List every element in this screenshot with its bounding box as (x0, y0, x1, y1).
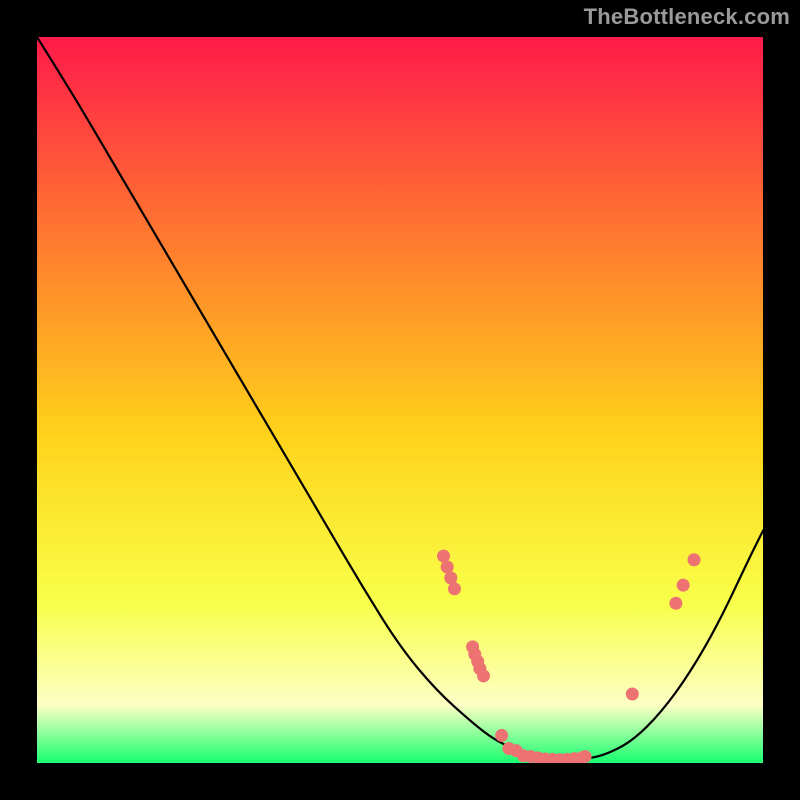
data-dot (669, 597, 682, 610)
attribution-label: TheBottleneck.com (584, 4, 790, 30)
chart-svg (37, 37, 763, 763)
plot-area (37, 37, 763, 763)
data-dot (626, 688, 639, 701)
data-dot (677, 579, 690, 592)
chart-frame: TheBottleneck.com (0, 0, 800, 800)
data-dot (495, 729, 508, 742)
data-dot (477, 669, 490, 682)
data-dot (688, 553, 701, 566)
gradient-background (37, 37, 763, 763)
data-dot (579, 750, 592, 763)
data-dot (448, 582, 461, 595)
